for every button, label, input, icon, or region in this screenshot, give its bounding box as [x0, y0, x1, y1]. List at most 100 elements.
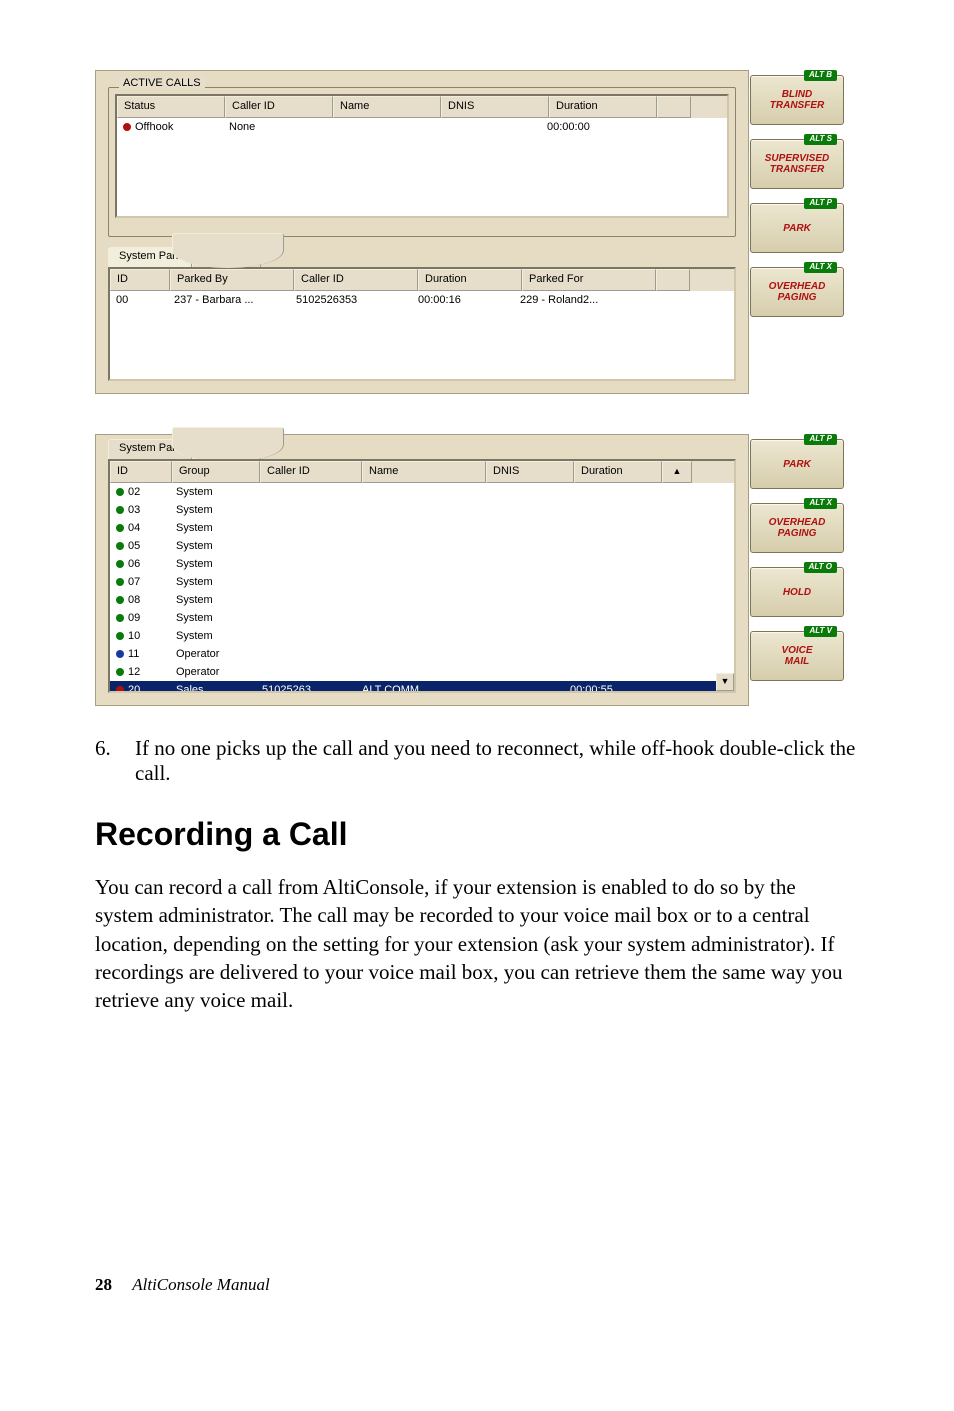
- button-label: SUPERVISED TRANSFER: [765, 153, 829, 175]
- status-dot-icon: [116, 506, 124, 514]
- cell-callerid: [256, 591, 356, 609]
- cell-id: 00: [110, 291, 168, 309]
- col-callerid[interactable]: Caller ID: [225, 96, 333, 118]
- col-duration[interactable]: Duration: [549, 96, 657, 118]
- line-park-row[interactable]: 08System: [110, 591, 734, 609]
- col-dnis[interactable]: DNIS: [441, 96, 549, 118]
- cell-id: 04: [128, 522, 140, 534]
- status-dot-icon: [116, 632, 124, 640]
- col-parkedby[interactable]: Parked By: [170, 269, 294, 291]
- cell-id: 06: [128, 558, 140, 570]
- status-dot-icon: [116, 560, 124, 568]
- page-footer: 28 AltiConsole Manual: [95, 1275, 859, 1295]
- overhead-paging-button[interactable]: ALT X OVERHEAD PAGING: [750, 267, 844, 317]
- cell-group: System: [170, 501, 256, 519]
- alt-badge: ALT X: [804, 498, 837, 509]
- cell-group: Sales: [170, 681, 256, 693]
- cell-id: 09: [128, 612, 140, 624]
- col-status[interactable]: Status: [117, 96, 225, 118]
- line-park-row[interactable]: 06System: [110, 555, 734, 573]
- col-dnis[interactable]: DNIS: [486, 461, 574, 483]
- line-park-row[interactable]: 12 Operator: [110, 663, 734, 681]
- cell-group: System: [170, 609, 256, 627]
- system-park-row[interactable]: 00 237 - Barbara ... 5102526353 00:00:16…: [110, 291, 734, 309]
- voice-mail-button[interactable]: ALT V VOICE MAIL: [750, 631, 844, 681]
- cell-callerid: [256, 627, 356, 645]
- status-dot-icon: [116, 542, 124, 550]
- line-park-row[interactable]: 11Operator: [110, 645, 734, 663]
- cell-group: Operator: [170, 663, 256, 681]
- line-park-row[interactable]: 07System: [110, 573, 734, 591]
- cell-id: 05: [128, 540, 140, 552]
- cell-duration: [564, 645, 650, 663]
- col-id[interactable]: ID: [110, 269, 170, 291]
- scroll-down-icon[interactable]: ▼: [716, 673, 734, 691]
- col-duration[interactable]: Duration: [418, 269, 522, 291]
- cell-duration: [564, 663, 650, 681]
- cell-dnis: [478, 537, 564, 555]
- line-park-row[interactable]: 09 System: [110, 609, 734, 627]
- cell-duration: [564, 627, 650, 645]
- col-callerid[interactable]: Caller ID: [260, 461, 362, 483]
- supervised-transfer-button[interactable]: ALT S SUPERVISED TRANSFER: [750, 139, 844, 189]
- system-park-header: ID Parked By Caller ID Duration Parked F…: [110, 269, 734, 291]
- status-dot-icon: [116, 668, 124, 676]
- cell-dnis: [478, 501, 564, 519]
- cell-id: 10: [128, 630, 140, 642]
- tab-system-park[interactable]: System Park: [108, 439, 192, 459]
- cell-name: [356, 501, 478, 519]
- cell-parkedfor: 229 - Roland2...: [514, 291, 646, 309]
- tab-line-park[interactable]: Line Park: [192, 439, 260, 459]
- cell-callerid: [256, 519, 356, 537]
- active-calls-label: ACTIVE CALLS: [119, 77, 205, 89]
- park-tabs: System Park Line Park: [102, 243, 742, 267]
- alt-badge: ALT P: [804, 198, 837, 209]
- cell-callerid: None: [223, 118, 329, 136]
- col-name[interactable]: Name: [333, 96, 441, 118]
- col-id[interactable]: ID: [110, 461, 172, 483]
- cell-id: 12: [128, 666, 140, 678]
- tab-system-park[interactable]: System Park: [108, 247, 192, 267]
- col-name[interactable]: Name: [362, 461, 486, 483]
- cell-duration: [564, 555, 650, 573]
- cell-duration: [564, 573, 650, 591]
- cell-duration: 00:00:16: [412, 291, 514, 309]
- blind-transfer-button[interactable]: ALT B BLIND TRANSFER: [750, 75, 844, 125]
- col-parkedfor[interactable]: Parked For: [522, 269, 656, 291]
- active-call-row[interactable]: Offhook None 00:00:00: [117, 118, 727, 136]
- col-group[interactable]: Group: [172, 461, 260, 483]
- cell-status: Offhook: [135, 121, 173, 133]
- col-duration[interactable]: Duration: [574, 461, 662, 483]
- cell-duration: [564, 591, 650, 609]
- cell-group: System: [170, 537, 256, 555]
- line-park-row[interactable]: 10System: [110, 627, 734, 645]
- cell-duration: 00:00:00: [541, 118, 647, 136]
- park-button[interactable]: ALT P PARK: [750, 439, 844, 489]
- tab-line-park[interactable]: Line Park: [192, 247, 260, 267]
- cell-duration: 00:00:55: [564, 681, 650, 693]
- line-park-row[interactable]: 04System: [110, 519, 734, 537]
- park-button[interactable]: ALT P PARK: [750, 203, 844, 253]
- scroll-up-icon[interactable]: ▲: [662, 461, 692, 483]
- step-6: 6. If no one picks up the call and you n…: [95, 736, 859, 786]
- cell-callerid: [256, 501, 356, 519]
- hold-button[interactable]: ALT O HOLD: [750, 567, 844, 617]
- button-label: VOICE MAIL: [781, 645, 812, 667]
- cell-callerid: [256, 537, 356, 555]
- cell-id: 07: [128, 576, 140, 588]
- line-park-row[interactable]: 02System: [110, 483, 734, 501]
- cell-name: [356, 627, 478, 645]
- line-park-row[interactable]: 20Sales51025263...ALT COMM...00:00:55: [110, 681, 734, 693]
- col-callerid[interactable]: Caller ID: [294, 269, 418, 291]
- cell-name: ALT COMM...: [356, 681, 478, 693]
- cell-name: [356, 663, 478, 681]
- overhead-paging-button[interactable]: ALT X OVERHEAD PAGING: [750, 503, 844, 553]
- button-label: BLIND TRANSFER: [770, 89, 824, 111]
- cell-name: [356, 483, 478, 501]
- line-park-row[interactable]: 05 System: [110, 537, 734, 555]
- button-label: PARK: [783, 459, 811, 470]
- screenshot-line-park-panel: System Park Line Park ID Group Caller ID…: [95, 434, 749, 706]
- line-park-header: ID Group Caller ID Name DNIS Duration ▲: [110, 461, 734, 483]
- line-park-row[interactable]: 03System: [110, 501, 734, 519]
- alt-badge: ALT V: [804, 626, 837, 637]
